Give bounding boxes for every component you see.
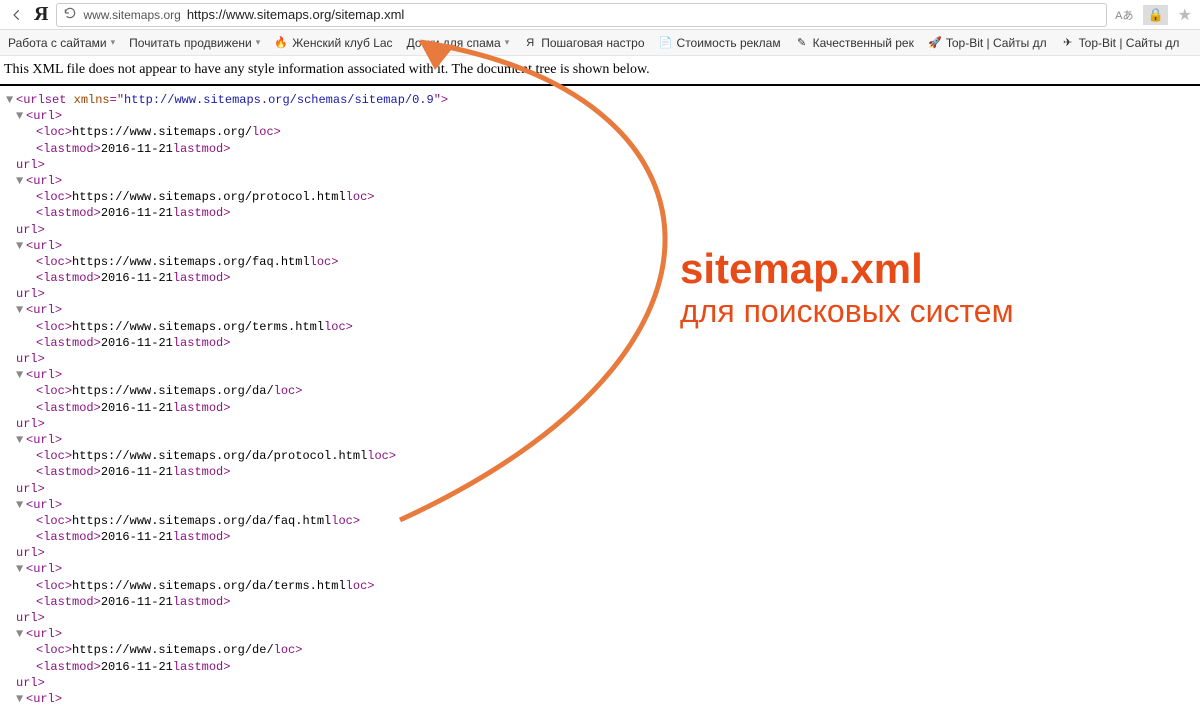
bookmark-item[interactable]: 🔥 Женский клуб Lac [274,36,392,50]
bookmark-item[interactable]: 🚀 Top-Bit | Сайты дл [928,36,1047,50]
bookmark-item[interactable]: ✎ Качественный рек [795,36,914,50]
xml-line: url> [2,222,1198,238]
xml-line: url> [2,481,1198,497]
xml-line: <lastmod>2016-11-21lastmod> [2,594,1198,610]
xml-line: ▼<url> [2,302,1198,318]
bookmark-label: Женский клуб Lac [292,36,392,50]
collapse-toggle[interactable]: ▼ [16,561,26,577]
xml-line: <loc>https://www.sitemaps.org/de/loc> [2,642,1198,658]
xml-line: <lastmod>2016-11-21lastmod> [2,464,1198,480]
collapse-toggle[interactable]: ▼ [6,92,16,108]
bookmark-label: Пошаговая настро [541,36,644,50]
xml-line: ▼<url> [2,626,1198,642]
collapse-toggle[interactable]: ▼ [16,432,26,448]
bookmark-item[interactable]: Доски для спама▾ [407,36,510,50]
collapse-toggle[interactable]: ▼ [16,626,26,642]
xml-line: <loc>https://www.sitemaps.org/faq.htmllo… [2,254,1198,270]
xml-line: <loc>https://www.sitemaps.org/da/protoco… [2,448,1198,464]
xml-line: <lastmod>2016-11-21lastmod> [2,205,1198,221]
bookmark-item[interactable]: Работа с сайтами▾ [8,36,115,50]
translate-icon[interactable]: Aあ [1115,7,1133,23]
url-input[interactable] [187,7,1100,22]
bookmark-icon: ✎ [795,36,809,50]
xml-line: <loc>https://www.sitemaps.org/terms.html… [2,319,1198,335]
collapse-toggle[interactable]: ▼ [16,173,26,189]
xml-line: ▼<url> [2,367,1198,383]
bookmark-icon: ✈ [1061,36,1075,50]
star-icon[interactable]: ★ [1178,5,1192,25]
bookmark-label: Качественный рек [813,36,914,50]
xml-line: ▼<url> [2,691,1198,707]
bookmark-item[interactable]: 📄 Стоимость реклам [659,36,781,50]
bookmark-label: Top-Bit | Сайты дл [1079,36,1180,50]
back-button[interactable] [8,6,26,24]
xml-line: ▼<url> [2,108,1198,124]
xml-line: ▼<url> [2,561,1198,577]
xml-line: ▼<url> [2,173,1198,189]
bookmark-label: Почитать продвижени [129,36,252,50]
bookmark-icon: 🔥 [274,36,288,50]
xml-line: <lastmod>2016-11-21lastmod> [2,659,1198,675]
browser-toolbar: Я www.sitemaps.org Aあ 🔒 ★ [0,0,1200,30]
bookmarks-bar: Работа с сайтами▾ Почитать продвижени▾ 🔥 Же… [0,30,1200,56]
xml-line: <lastmod>2016-11-21lastmod> [2,529,1198,545]
toolbar-right: Aあ 🔒 ★ [1115,5,1192,25]
xml-line: <loc>https://www.sitemaps.org/da/terms.h… [2,578,1198,594]
reload-icon[interactable] [63,6,77,23]
xml-line: url> [2,286,1198,302]
bookmark-label: Top-Bit | Сайты дл [946,36,1047,50]
bookmark-item[interactable]: ✈ Top-Bit | Сайты дл [1061,36,1180,50]
xml-line: <loc>https://www.sitemaps.org/da/loc> [2,383,1198,399]
bookmark-label: Работа с сайтами [8,36,107,50]
collapse-toggle[interactable]: ▼ [16,238,26,254]
collapse-toggle[interactable]: ▼ [16,108,26,124]
xml-line: <lastmod>2016-11-21lastmod> [2,270,1198,286]
xml-line: url> [2,545,1198,561]
collapse-toggle[interactable]: ▼ [16,691,26,707]
bookmark-icon: 🚀 [928,36,942,50]
bookmark-icon: Я [523,36,537,50]
secure-icon: 🔒 [1143,5,1167,25]
xml-line: ▼<url> [2,238,1198,254]
xml-line: ▼<url> [2,497,1198,513]
bookmark-icon: 📄 [659,36,673,50]
yandex-logo[interactable]: Я [34,3,48,26]
xml-line: ▼<urlset xmlns="http://www.sitemaps.org/… [2,92,1198,108]
xml-line: url> [2,675,1198,691]
xml-line: url> [2,416,1198,432]
xml-line: <lastmod>2016-11-21lastmod> [2,335,1198,351]
xml-line: url> [2,610,1198,626]
domain-label: www.sitemaps.org [83,8,180,22]
address-bar[interactable]: www.sitemaps.org [56,3,1107,27]
xml-line: url> [2,157,1198,173]
bookmark-label: Стоимость реклам [677,36,781,50]
bookmark-item[interactable]: Почитать продвижени▾ [129,36,260,50]
collapse-toggle[interactable]: ▼ [16,302,26,318]
xml-line: <lastmod>2016-11-21lastmod> [2,141,1198,157]
collapse-toggle[interactable]: ▼ [16,497,26,513]
xml-line: <loc>https://www.sitemaps.org/loc> [2,124,1198,140]
xml-tree: ▼<urlset xmlns="http://www.sitemaps.org/… [0,86,1200,713]
xml-line: <lastmod>2016-11-21lastmod> [2,400,1198,416]
xml-notice: This XML file does not appear to have an… [0,56,1200,86]
bookmark-item[interactable]: Я Пошаговая настро [523,36,644,50]
xml-line: <loc>https://www.sitemaps.org/protocol.h… [2,189,1198,205]
collapse-toggle[interactable]: ▼ [16,367,26,383]
xml-line: ▼<url> [2,432,1198,448]
xml-line: url> [2,351,1198,367]
xml-line: <loc>https://www.sitemaps.org/da/faq.htm… [2,513,1198,529]
bookmark-label: Доски для спама [407,36,501,50]
